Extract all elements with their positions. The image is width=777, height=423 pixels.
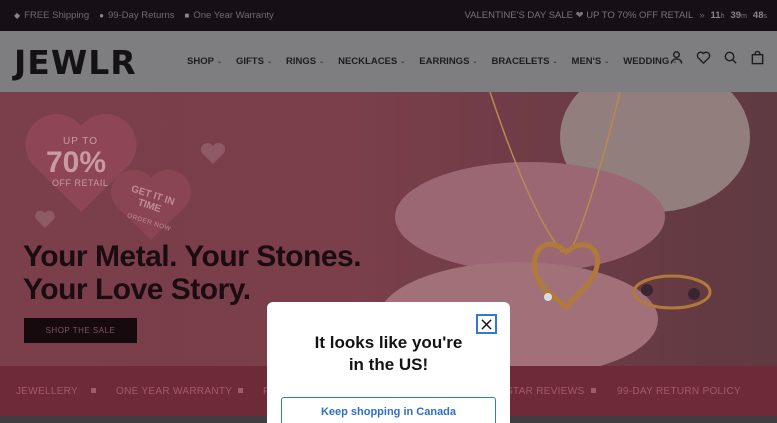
perk-warranty: ■ One Year Warranty [184, 10, 273, 21]
badge-off-retail: OFF RETAIL [52, 178, 109, 188]
country-redirect-modal: It looks like you're in the US! Keep sho… [267, 302, 510, 423]
jewlr-logo[interactable]: JEWLR [14, 43, 137, 82]
keep-shopping-canada-button[interactable]: Keep shopping in Canada [281, 397, 496, 423]
perk-label: 99-Day Returns [107, 10, 175, 21]
countdown-timer: 11h 39m 48s [711, 10, 767, 21]
chevron-down-icon: ⌄ [552, 59, 558, 65]
badge-percent: 70% [46, 146, 107, 179]
marquee-dot [591, 388, 596, 393]
timer-seconds: 48s [752, 10, 767, 21]
marquee-item: STAR REVIEWS [506, 385, 585, 397]
sale-promo[interactable]: VALENTINE'S DAY SALE ❤ UP TO 70% OFF RET… [465, 0, 767, 31]
marquee-dot [238, 388, 243, 393]
nav-item-bracelets[interactable]: BRACELETS ⌄ [491, 56, 557, 67]
heart-decoration [35, 210, 55, 228]
shopping-bag-icon[interactable] [750, 50, 765, 65]
perk-label: FREE Shipping [24, 10, 90, 21]
nav-item-shop[interactable]: SHOP ⌄ [187, 56, 222, 67]
modal-title: It looks like you're in the US! [314, 333, 463, 374]
marquee-dot [91, 388, 96, 393]
sale-promo-text: VALENTINE'S DAY SALE ❤ UP TO 70% OFF RET… [464, 10, 694, 21]
header-actions [669, 50, 765, 65]
chevron-down-icon: ⌄ [604, 59, 610, 65]
account-icon[interactable] [669, 50, 684, 65]
nav-item-gifts[interactable]: GIFTS ⌄ [236, 56, 272, 67]
marquee-item: JEWELLERY [16, 385, 78, 397]
shop-the-sale-button[interactable]: SHOP THE SALE [24, 318, 137, 343]
promo-separator: » [699, 10, 705, 21]
hero-title: Your Metal. Your Stones. Your Love Story… [23, 240, 362, 306]
timer-minutes: 39m [730, 10, 747, 21]
heart-decoration [200, 142, 226, 164]
square-icon: ■ [184, 11, 190, 20]
perk-label: One Year Warranty [193, 10, 274, 21]
close-icon [481, 318, 492, 330]
timer-hours: 11h [710, 10, 725, 21]
nav-item-mens[interactable]: MEN'S ⌄ [572, 56, 610, 67]
main-nav: SHOP ⌄ GIFTS ⌄ RINGS ⌄ NECKLACES ⌄ EARRINGS ⌄… [187, 31, 677, 92]
chevron-down-icon: ⌄ [400, 59, 406, 65]
chevron-down-icon: ⌄ [319, 59, 325, 65]
site-header: JEWLR SHOP ⌄ GIFTS ⌄ RINGS ⌄ NECKLACES ⌄ EAR… [0, 31, 777, 92]
nav-item-necklaces[interactable]: NECKLACES ⌄ [338, 56, 405, 67]
wishlist-heart-icon[interactable] [696, 50, 711, 65]
chevron-down-icon: ⌄ [472, 59, 478, 65]
circle-icon: ● [99, 11, 104, 20]
marquee-item: 99-DAY RETURN POLICY [617, 385, 741, 397]
perk-free-shipping: ◆ FREE Shipping [14, 10, 89, 21]
announcement-bar: ◆ FREE Shipping ● 99-Day Returns ■ One Y… [0, 0, 777, 31]
nav-item-earrings[interactable]: EARRINGS ⌄ [419, 56, 477, 67]
ring-image [632, 274, 712, 310]
close-button[interactable] [476, 314, 497, 334]
nav-item-rings[interactable]: RINGS ⌄ [286, 56, 324, 67]
perk-returns: ● 99-Day Returns [99, 10, 174, 21]
diamond-icon: ◆ [14, 11, 21, 20]
chevron-down-icon: ⌄ [216, 59, 222, 65]
marquee-item: ONE YEAR WARRANTY [116, 385, 233, 397]
perks-list: ◆ FREE Shipping ● 99-Day Returns ■ One Y… [0, 10, 274, 21]
chevron-down-icon: ⌄ [266, 59, 272, 65]
search-icon[interactable] [723, 50, 738, 65]
